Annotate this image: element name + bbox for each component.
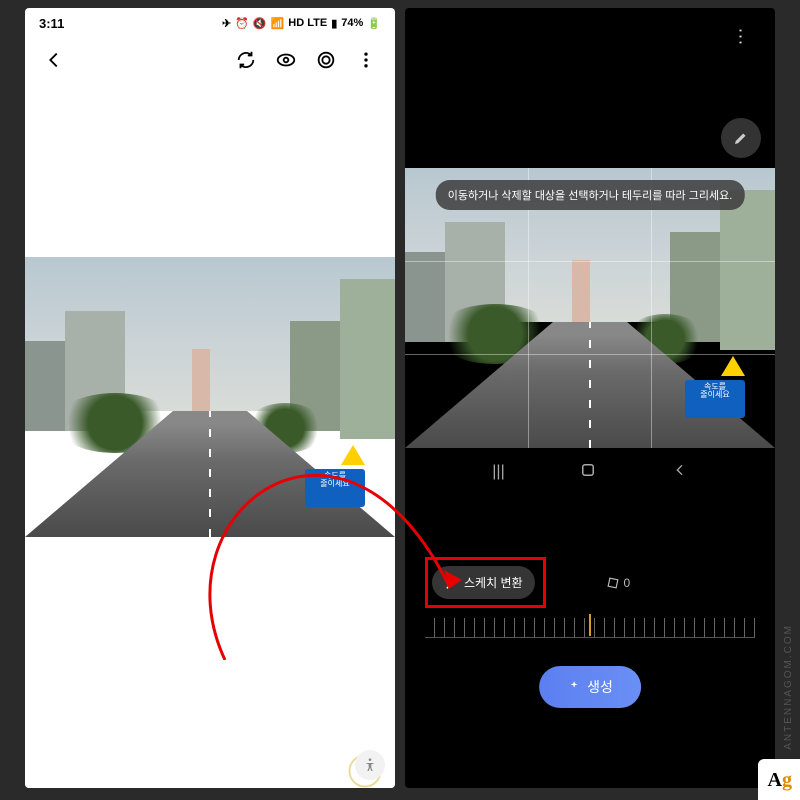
phone-left: 3:11 ✈ ⏰ 🔇 📶 HD LTE ▮ 74% 🔋 xyxy=(25,8,395,788)
photo: 속도를 줄이세요 xyxy=(25,257,395,537)
wifi-icon: 📶 xyxy=(271,17,285,30)
nav-back[interactable] xyxy=(672,462,688,483)
generate-button[interactable]: 생성 xyxy=(539,666,641,708)
battery-label: 74% xyxy=(341,17,363,29)
signal-icon: ▮ xyxy=(331,17,337,30)
nav-bar-dark: ||| xyxy=(405,448,775,496)
sketch-highlight: 스케치 변환 xyxy=(425,557,546,608)
grid-line xyxy=(651,168,652,448)
sign-line2: 줄이세요 xyxy=(308,480,362,488)
mute-icon: 🔇 xyxy=(253,17,267,30)
back-button[interactable] xyxy=(37,43,71,77)
sketch-label: 스케치 변환 xyxy=(464,574,523,591)
alarm-icon: ⏰ xyxy=(235,17,249,30)
more-button-dark[interactable]: ⋯ xyxy=(723,20,757,54)
warning-sign-icon xyxy=(721,356,745,376)
speed-sign: 속도를 줄이세요 xyxy=(305,469,365,507)
rotation-ruler[interactable] xyxy=(425,618,755,638)
logo: Ag xyxy=(758,759,800,800)
lens-button[interactable] xyxy=(309,43,343,77)
visibility-button[interactable] xyxy=(269,43,303,77)
logo-g: g xyxy=(782,769,792,791)
edit-canvas[interactable]: 속도를 줄이세요 이동하거나 삭제할 대상을 선택하거나 테두리를 따라 그리세… xyxy=(405,168,775,448)
refresh-button[interactable] xyxy=(229,43,263,77)
more-button[interactable] xyxy=(349,43,383,77)
rotation-indicator: 0 xyxy=(606,576,631,590)
phone-right: ⋯ 속도를 줄이세요 이동하거나 삭제할 대상을 선택하거나 테두리를 xyxy=(405,8,775,788)
generate-label: 생성 xyxy=(587,677,613,697)
status-time: 3:11 xyxy=(39,16,64,31)
speed-sign: 속도를 줄이세요 xyxy=(685,380,745,418)
draw-fab[interactable] xyxy=(721,118,761,158)
sketch-row: 스케치 변환 0 xyxy=(405,557,775,608)
nav-recents[interactable]: ||| xyxy=(492,463,504,481)
status-right: ✈ ⏰ 🔇 📶 HD LTE ▮ 74% 🔋 xyxy=(222,17,381,30)
net-label: HD LTE xyxy=(288,17,327,29)
warning-sign-icon xyxy=(341,445,365,465)
battery-icon: 🔋 xyxy=(367,17,381,30)
sketch-transform-button[interactable]: 스케치 변환 xyxy=(432,566,535,599)
nav-home[interactable] xyxy=(579,461,597,484)
logo-a: A xyxy=(768,769,782,791)
grid-line xyxy=(405,261,775,262)
photo-viewer: 속도를 줄이세요 xyxy=(25,257,395,788)
grid-line xyxy=(528,168,529,448)
airplane-icon: ✈ xyxy=(222,17,231,30)
status-bar: 3:11 ✈ ⏰ 🔇 📶 HD LTE ▮ 74% 🔋 xyxy=(25,8,395,38)
accessibility-button[interactable] xyxy=(355,750,385,780)
instruction-tooltip: 이동하거나 삭제할 대상을 선택하거나 테두리를 따라 그리세요. xyxy=(436,180,745,210)
watermark: ANTENNAGOM.COM xyxy=(783,624,794,750)
grid-line xyxy=(405,354,775,355)
sign-line2: 줄이세요 xyxy=(688,391,742,399)
top-bar xyxy=(25,38,395,82)
rotation-value: 0 xyxy=(624,576,631,590)
ruler-center-mark xyxy=(589,614,591,636)
editor-top: ⋯ xyxy=(405,8,775,78)
